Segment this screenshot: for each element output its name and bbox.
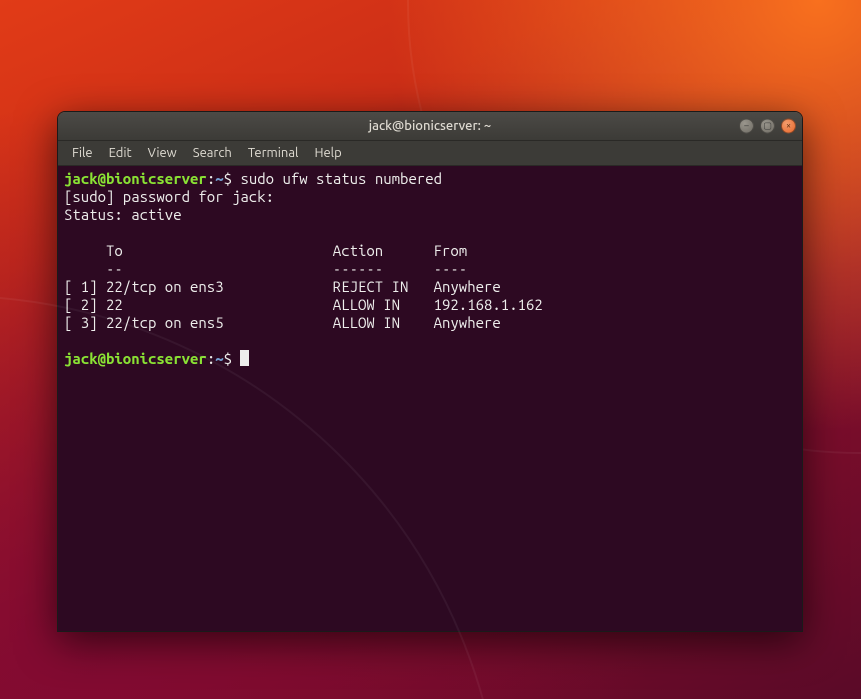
output-sudo: [sudo] password for jack: bbox=[64, 188, 282, 205]
menu-help[interactable]: Help bbox=[306, 144, 349, 162]
output-row-3: [ 3] 22/tcp on ens5 ALLOW IN Anywhere bbox=[64, 314, 501, 331]
close-icon: × bbox=[786, 122, 791, 131]
output-row-1: [ 1] 22/tcp on ens3 REJECT IN Anywhere bbox=[64, 278, 501, 295]
output-status: Status: active bbox=[64, 206, 182, 223]
menu-terminal[interactable]: Terminal bbox=[240, 144, 307, 162]
prompt2-colon: : bbox=[207, 350, 215, 367]
command-1: sudo ufw status numbered bbox=[240, 170, 442, 187]
prompt-userhost: jack@bionicserver bbox=[64, 170, 207, 187]
minimize-icon: – bbox=[744, 122, 748, 131]
menu-search[interactable]: Search bbox=[185, 144, 240, 162]
maximize-icon: ▢ bbox=[763, 122, 772, 131]
prompt-sigil: $ bbox=[224, 170, 241, 187]
window-controls: – ▢ × bbox=[739, 119, 796, 134]
output-header: To Action From bbox=[64, 242, 467, 259]
menubar: File Edit View Search Terminal Help bbox=[58, 141, 802, 166]
prompt-path: ~ bbox=[215, 170, 223, 187]
prompt2-sigil: $ bbox=[224, 350, 241, 367]
prompt-colon: : bbox=[207, 170, 215, 187]
prompt2-userhost: jack@bionicserver bbox=[64, 350, 207, 367]
desktop-wallpaper: jack@bionicserver: ~ – ▢ × File Edit Vie… bbox=[0, 0, 861, 699]
cursor bbox=[240, 350, 249, 366]
output-sep: -- ------ ---- bbox=[64, 260, 467, 277]
output-row-2: [ 2] 22 ALLOW IN 192.168.1.162 bbox=[64, 296, 543, 313]
menu-edit[interactable]: Edit bbox=[101, 144, 140, 162]
titlebar[interactable]: jack@bionicserver: ~ – ▢ × bbox=[58, 112, 802, 141]
close-button[interactable]: × bbox=[781, 119, 796, 134]
terminal-window: jack@bionicserver: ~ – ▢ × File Edit Vie… bbox=[57, 111, 803, 632]
maximize-button[interactable]: ▢ bbox=[760, 119, 775, 134]
window-title: jack@bionicserver: ~ bbox=[58, 119, 802, 133]
terminal-body[interactable]: jack@bionicserver:~$ sudo ufw status num… bbox=[58, 166, 802, 632]
minimize-button[interactable]: – bbox=[739, 119, 754, 134]
menu-file[interactable]: File bbox=[64, 144, 101, 162]
menu-view[interactable]: View bbox=[140, 144, 185, 162]
prompt2-path: ~ bbox=[215, 350, 223, 367]
